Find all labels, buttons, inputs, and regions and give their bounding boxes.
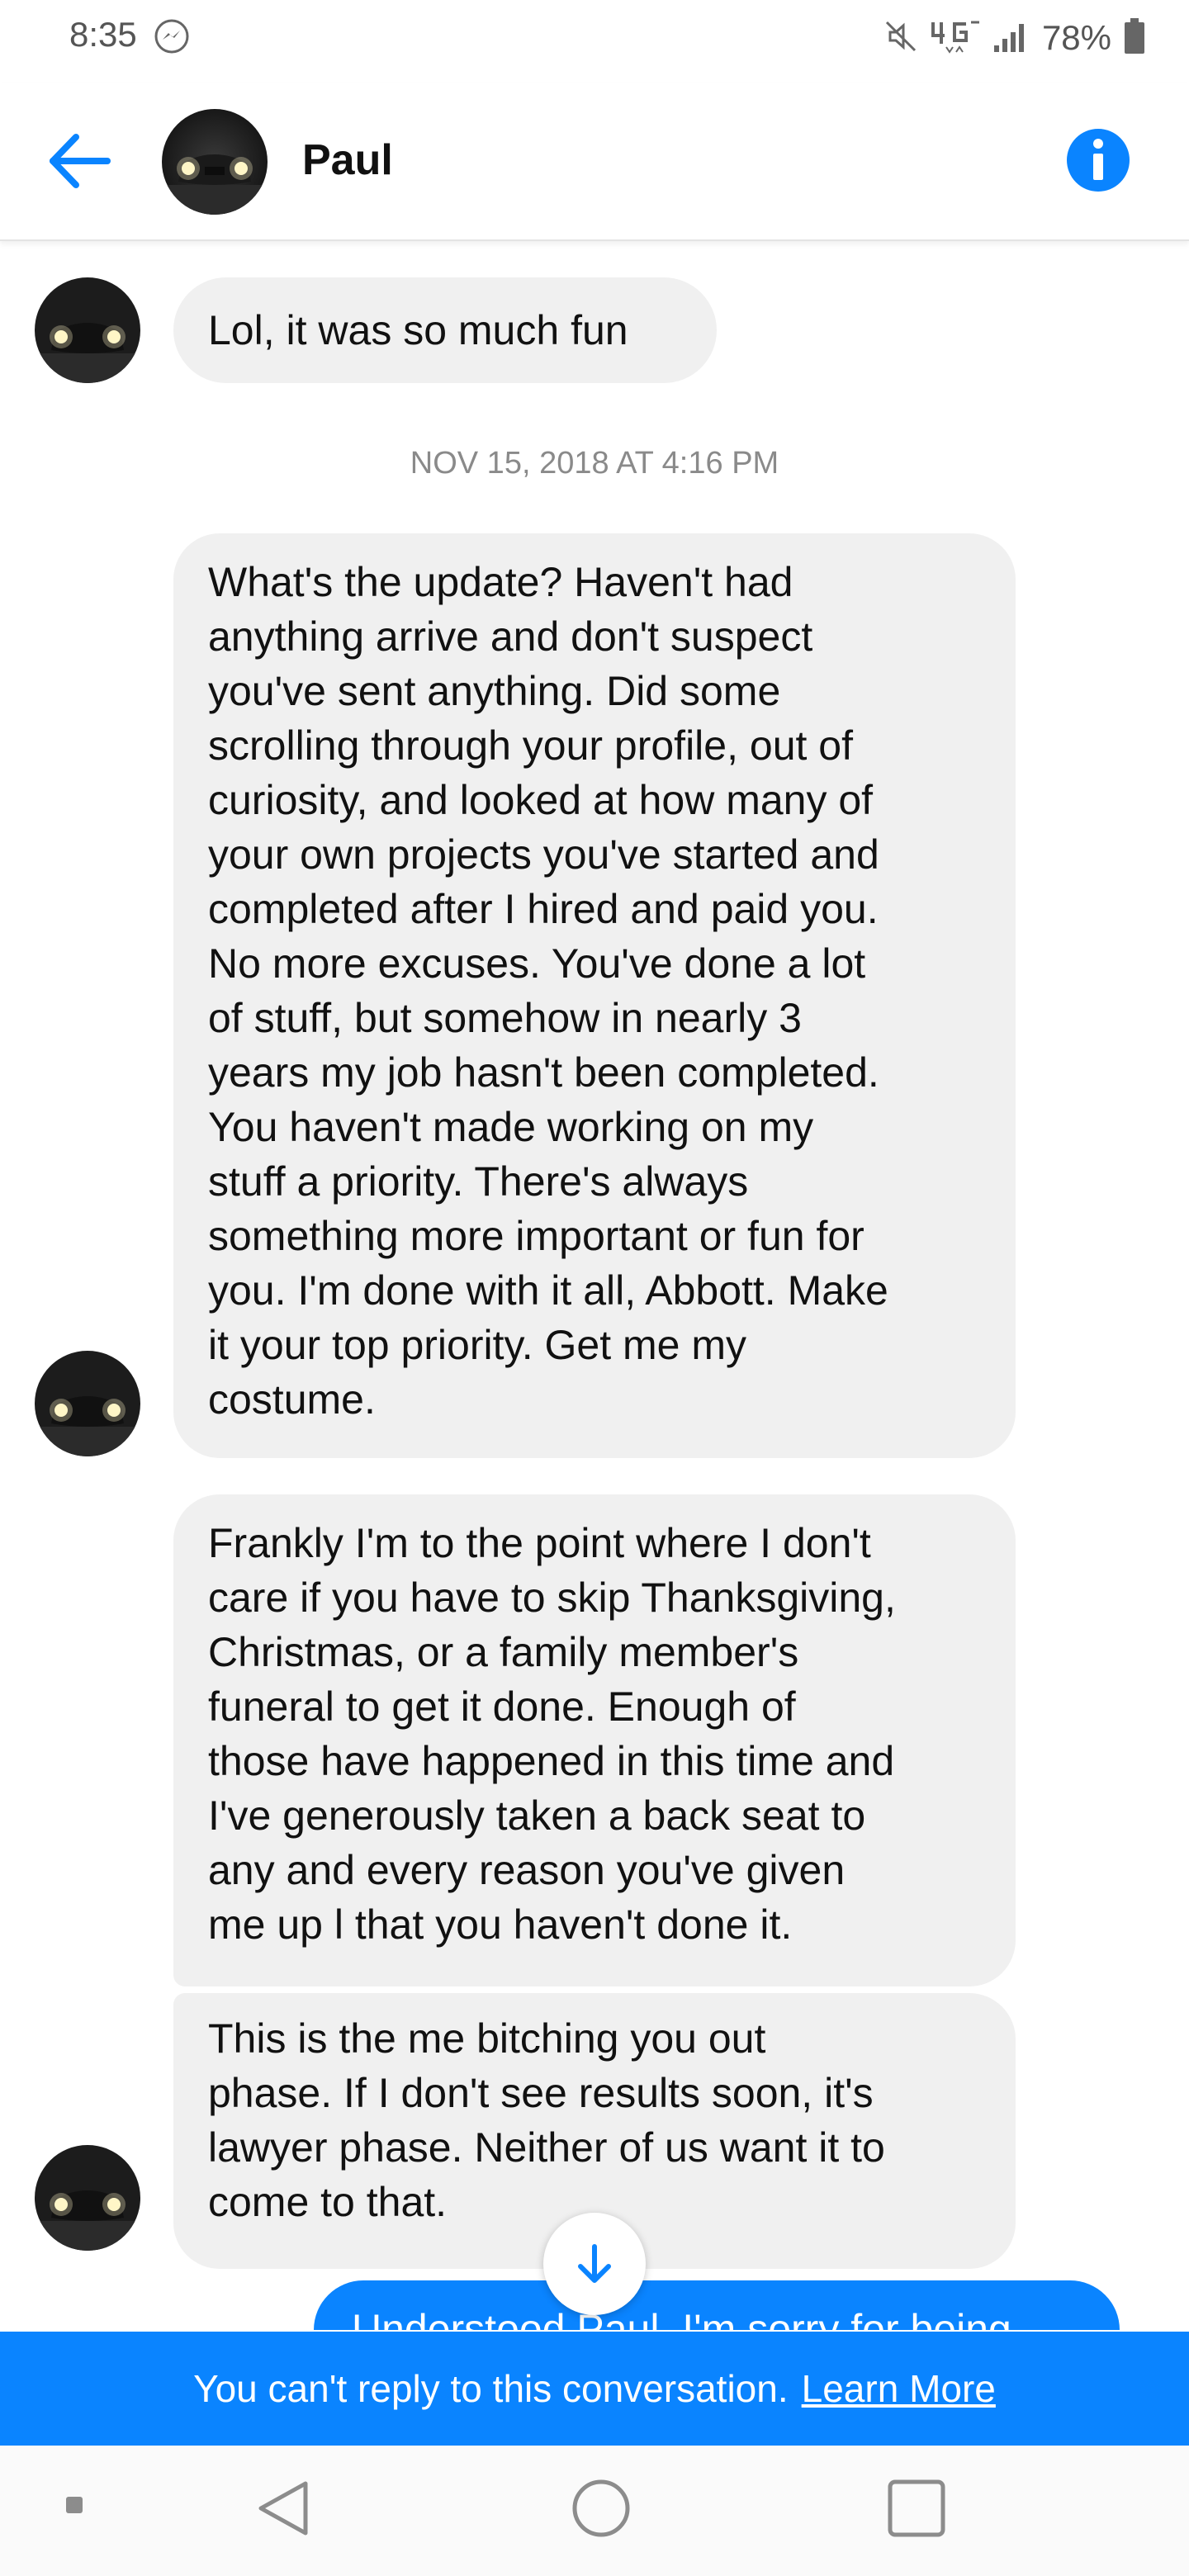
nav-recents-icon[interactable] (887, 2479, 946, 2542)
message-bubble-outgoing[interactable]: Understood Paul. I'm sorry for being (314, 2280, 1120, 2330)
4g-icon (930, 19, 981, 58)
nav-back-icon[interactable] (254, 2479, 314, 2542)
signal-icon (992, 19, 1030, 58)
mute-icon (883, 19, 918, 58)
info-icon (1067, 129, 1130, 192)
back-button[interactable] (43, 124, 117, 198)
message-text: Frankly I'm to the point where I don't c… (208, 1520, 896, 1948)
learn-more-link[interactable]: Learn More (802, 2366, 996, 2411)
status-bar: 8:35 78% (0, 0, 1189, 83)
contact-name[interactable]: Paul (302, 135, 393, 185)
sender-avatar[interactable] (35, 1351, 140, 1456)
contact-avatar[interactable] (162, 109, 268, 215)
conversation-timestamp: NOV 15, 2018 AT 4:16 PM (410, 446, 779, 481)
message-text: This is the me bitching you out phase. I… (208, 2015, 885, 2225)
message-bubble-incoming[interactable]: Lol, it was so much fun (173, 277, 717, 383)
message-text: Understood Paul. I'm sorry for being (352, 2306, 1011, 2330)
message-text: Lol, it was so much fun (208, 307, 628, 353)
status-icons: 78% (883, 13, 1146, 63)
scroll-to-bottom-button[interactable] (543, 2213, 646, 2315)
messenger-icon (154, 18, 190, 54)
message-text: What's the update? Haven't had anything … (208, 559, 888, 1423)
conversation-header: Paul (0, 83, 1189, 241)
notice-text: You can't reply to this conversation. (193, 2367, 789, 2410)
sender-avatar[interactable] (35, 2145, 140, 2251)
nav-home-icon[interactable] (570, 2477, 632, 2544)
battery-percent: 78% (1041, 18, 1111, 57)
status-time: 8:35 (69, 15, 137, 54)
battery-icon (1123, 17, 1146, 59)
message-list[interactable]: Lol, it was so much fun NOV 15, 2018 AT … (0, 241, 1189, 2330)
nav-dot-icon[interactable] (64, 2495, 84, 2519)
arrow-down-icon (578, 2244, 611, 2283)
message-bubble-incoming[interactable]: Frankly I'm to the point where I don't c… (173, 1494, 1016, 1986)
message-bubble-incoming[interactable]: What's the update? Haven't had anything … (173, 533, 1016, 1458)
system-navigation-bar (0, 2446, 1189, 2576)
sender-avatar[interactable] (35, 277, 140, 383)
info-button[interactable] (1063, 125, 1133, 195)
cannot-reply-notice: You can't reply to this conversation. Le… (0, 2332, 1189, 2446)
back-arrow-icon (50, 134, 111, 188)
